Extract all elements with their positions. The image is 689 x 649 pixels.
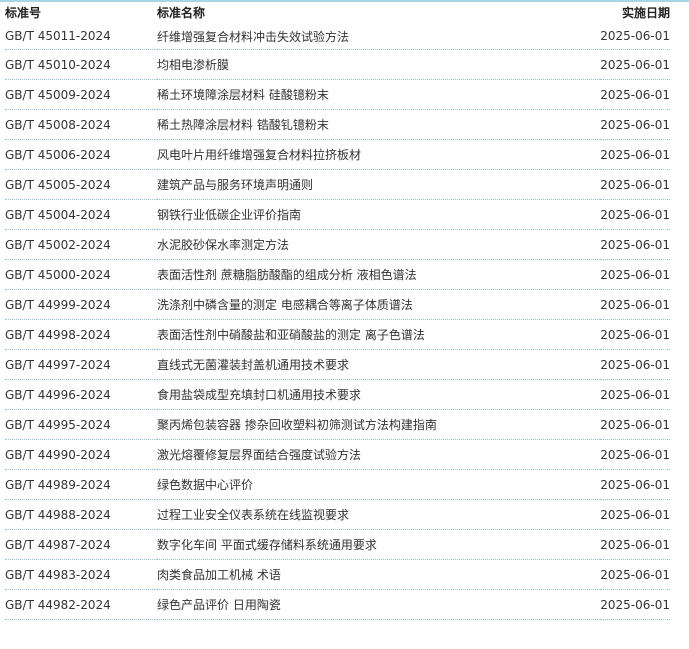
table-row[interactable]: GB/T 44999-2024 洗涤剂中磷含量的测定 电感耦合等离子体质谱法 202… bbox=[5, 289, 670, 320]
standard-name-link[interactable]: 表面活性剂 蔗糖脂肪酸酯的组成分析 液相色谱法 bbox=[157, 259, 600, 290]
standard-code-link[interactable]: GB/T 45005-2024 bbox=[5, 169, 157, 200]
implementation-date: 2025-06-01 bbox=[600, 319, 670, 350]
implementation-date: 2025-06-01 bbox=[600, 109, 670, 140]
table-row[interactable]: GB/T 45010-2024 均相电渗析膜 2025-06-01 bbox=[5, 49, 670, 80]
standard-name-link[interactable]: 激光熔覆修复层界面结合强度试验方法 bbox=[157, 439, 600, 470]
table-row[interactable]: GB/T 45009-2024 稀土环境障涂层材料 硅酸镱粉末 2025-06-01 bbox=[5, 79, 670, 110]
standard-code-link[interactable]: GB/T 45008-2024 bbox=[5, 109, 157, 140]
standard-code-link[interactable]: GB/T 44990-2024 bbox=[5, 439, 157, 470]
table-row[interactable]: GB/T 45000-2024 表面活性剂 蔗糖脂肪酸酯的组成分析 液相色谱法 20… bbox=[5, 259, 670, 290]
implementation-date: 2025-06-01 bbox=[600, 229, 670, 260]
standard-code-link[interactable]: GB/T 44987-2024 bbox=[5, 529, 157, 560]
standard-code-link[interactable]: GB/T 44982-2024 bbox=[5, 589, 157, 620]
implementation-date: 2025-06-01 bbox=[600, 349, 670, 380]
standard-name-link[interactable]: 绿色数据中心评价 bbox=[157, 469, 600, 500]
implementation-date: 2025-06-01 bbox=[600, 499, 670, 530]
standard-name-link[interactable]: 洗涤剂中磷含量的测定 电感耦合等离子体质谱法 bbox=[157, 289, 600, 320]
implementation-date: 2025-06-01 bbox=[600, 79, 670, 110]
table-row[interactable]: GB/T 45011-2024 纤维增强复合材料冲击失效试验方法 2025-06-0… bbox=[5, 23, 670, 50]
header-implementation-date: 实施日期 bbox=[621, 6, 670, 20]
table-row[interactable]: GB/T 44997-2024 直线式无菌灌装封盖机通用技术要求 2025-06-0… bbox=[5, 349, 670, 380]
table-row[interactable]: GB/T 44998-2024 表面活性剂中硝酸盐和亚硝酸盐的测定 离子色谱法 20… bbox=[5, 319, 670, 350]
header-standard-code: 标准号 bbox=[5, 6, 42, 20]
standard-name-link[interactable]: 聚丙烯包装容器 掺杂回收塑料初筛测试方法构建指南 bbox=[157, 409, 600, 440]
table-row[interactable]: GB/T 44989-2024 绿色数据中心评价 2025-06-01 bbox=[5, 469, 670, 500]
table-row[interactable]: GB/T 45004-2024 钢铁行业低碳企业评价指南 2025-06-01 bbox=[5, 199, 670, 230]
standard-name-link[interactable]: 稀土环境障涂层材料 硅酸镱粉末 bbox=[157, 79, 600, 110]
table-row[interactable]: GB/T 45006-2024 风电叶片用纤维增强复合材料拉挤板材 2025-06-… bbox=[5, 139, 670, 170]
table-row[interactable]: GB/T 45008-2024 稀土热障涂层材料 锆酸钆镱粉末 2025-06-01 bbox=[5, 109, 670, 140]
standard-code-link[interactable]: GB/T 45004-2024 bbox=[5, 199, 157, 230]
standard-name-link[interactable]: 均相电渗析膜 bbox=[157, 49, 600, 80]
standard-name-link[interactable]: 数字化车间 平面式缓存储料系统通用要求 bbox=[157, 529, 600, 560]
implementation-date: 2025-06-01 bbox=[600, 559, 670, 590]
table-row[interactable]: GB/T 44988-2024 过程工业安全仪表系统在线监视要求 2025-06-0… bbox=[5, 499, 670, 530]
table-body: GB/T 45011-2024 纤维增强复合材料冲击失效试验方法 2025-06-0… bbox=[5, 23, 670, 620]
table-row[interactable]: GB/T 45005-2024 建筑产品与服务环境声明通则 2025-06-01 bbox=[5, 169, 670, 200]
standard-name-link[interactable]: 稀土热障涂层材料 锆酸钆镱粉末 bbox=[157, 109, 600, 140]
implementation-date: 2025-06-01 bbox=[600, 169, 670, 200]
standard-code-link[interactable]: GB/T 45010-2024 bbox=[5, 49, 157, 80]
standard-name-link[interactable]: 过程工业安全仪表系统在线监视要求 bbox=[157, 499, 600, 530]
standard-code-link[interactable]: GB/T 45006-2024 bbox=[5, 139, 157, 170]
implementation-date: 2025-06-01 bbox=[600, 469, 670, 500]
standard-name-link[interactable]: 钢铁行业低碳企业评价指南 bbox=[157, 199, 600, 230]
table-row[interactable]: GB/T 44983-2024 肉类食品加工机械 术语 2025-06-01 bbox=[5, 559, 670, 590]
standard-code-link[interactable]: GB/T 44995-2024 bbox=[5, 409, 157, 440]
implementation-date: 2025-06-01 bbox=[600, 439, 670, 470]
table-row[interactable]: GB/T 44995-2024 聚丙烯包装容器 掺杂回收塑料初筛测试方法构建指南 2… bbox=[5, 409, 670, 440]
standard-code-link[interactable]: GB/T 44997-2024 bbox=[5, 349, 157, 380]
implementation-date: 2025-06-01 bbox=[600, 199, 670, 230]
standard-name-link[interactable]: 风电叶片用纤维增强复合材料拉挤板材 bbox=[157, 139, 600, 170]
standards-table: 标准号 标准名称 实施日期 GB/T 45011-2024 纤维增强复合材料冲击失… bbox=[5, 2, 670, 620]
implementation-date: 2025-06-01 bbox=[600, 259, 670, 290]
table-row[interactable]: GB/T 44987-2024 数字化车间 平面式缓存储料系统通用要求 2025-0… bbox=[5, 529, 670, 560]
implementation-date: 2025-06-01 bbox=[600, 409, 670, 440]
standard-name-link[interactable]: 肉类食品加工机械 术语 bbox=[157, 559, 600, 590]
implementation-date: 2025-06-01 bbox=[600, 529, 670, 560]
implementation-date: 2025-06-01 bbox=[600, 379, 670, 410]
standard-name-link[interactable]: 纤维增强复合材料冲击失效试验方法 bbox=[157, 23, 600, 50]
standard-code-link[interactable]: GB/T 45011-2024 bbox=[5, 23, 157, 50]
header-standard-name: 标准名称 bbox=[157, 6, 206, 20]
standard-name-link[interactable]: 表面活性剂中硝酸盐和亚硝酸盐的测定 离子色谱法 bbox=[157, 319, 600, 350]
standard-code-link[interactable]: GB/T 44996-2024 bbox=[5, 379, 157, 410]
implementation-date: 2025-06-01 bbox=[600, 49, 670, 80]
standard-code-link[interactable]: GB/T 44998-2024 bbox=[5, 319, 157, 350]
standard-name-link[interactable]: 食用盐袋成型充填封口机通用技术要求 bbox=[157, 379, 600, 410]
implementation-date: 2025-06-01 bbox=[600, 23, 670, 50]
standard-name-link[interactable]: 绿色产品评价 日用陶瓷 bbox=[157, 589, 600, 620]
standard-code-link[interactable]: GB/T 45002-2024 bbox=[5, 229, 157, 260]
standard-code-link[interactable]: GB/T 44999-2024 bbox=[5, 289, 157, 320]
table-header-row: 标准号 标准名称 实施日期 bbox=[5, 2, 670, 23]
standard-name-link[interactable]: 直线式无菌灌装封盖机通用技术要求 bbox=[157, 349, 600, 380]
implementation-date: 2025-06-01 bbox=[600, 139, 670, 170]
table-row[interactable]: GB/T 44982-2024 绿色产品评价 日用陶瓷 2025-06-01 bbox=[5, 589, 670, 620]
standard-code-link[interactable]: GB/T 45009-2024 bbox=[5, 79, 157, 110]
implementation-date: 2025-06-01 bbox=[600, 289, 670, 320]
table-row[interactable]: GB/T 45002-2024 水泥胶砂保水率测定方法 2025-06-01 bbox=[5, 229, 670, 260]
table-row[interactable]: GB/T 44996-2024 食用盐袋成型充填封口机通用技术要求 2025-06-… bbox=[5, 379, 670, 410]
standard-code-link[interactable]: GB/T 44989-2024 bbox=[5, 469, 157, 500]
implementation-date: 2025-06-01 bbox=[600, 589, 670, 620]
standard-code-link[interactable]: GB/T 44988-2024 bbox=[5, 499, 157, 530]
standard-name-link[interactable]: 水泥胶砂保水率测定方法 bbox=[157, 229, 600, 260]
standard-code-link[interactable]: GB/T 45000-2024 bbox=[5, 259, 157, 290]
standard-name-link[interactable]: 建筑产品与服务环境声明通则 bbox=[157, 169, 600, 200]
standard-code-link[interactable]: GB/T 44983-2024 bbox=[5, 559, 157, 590]
table-row[interactable]: GB/T 44990-2024 激光熔覆修复层界面结合强度试验方法 2025-06-… bbox=[5, 439, 670, 470]
